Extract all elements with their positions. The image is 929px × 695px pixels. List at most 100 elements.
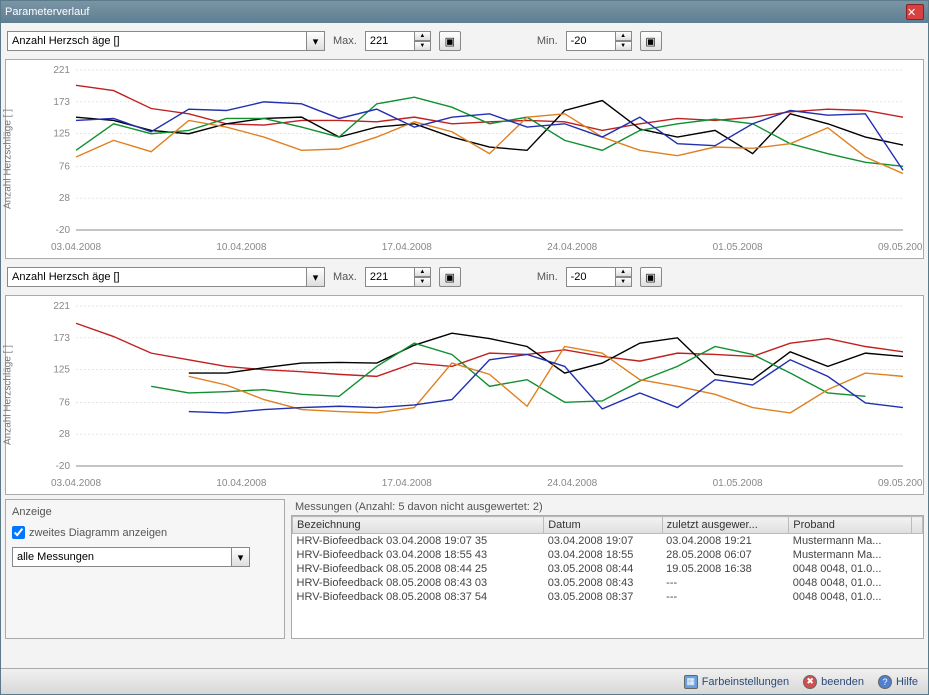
table-cell: 0048 0048, 01.0... [789,562,911,576]
spin-down-icon[interactable]: ▼ [415,277,431,287]
table-cell: 19.05.2008 16:38 [662,562,789,576]
table-cell: HRV-Biofeedback 08.05.2008 08:43 03 [293,576,544,590]
chevron-down-icon[interactable]: ▾ [232,547,250,567]
table-cell: --- [662,590,789,604]
table-cell: 28.05.2008 06:07 [662,548,789,562]
svg-text:-20: -20 [56,461,71,472]
chevron-down-icon[interactable]: ▾ [307,31,325,51]
anzeige-title: Anzeige [12,506,278,518]
max-spinner-2[interactable]: ▲▼ [365,267,431,287]
table-row[interactable]: HRV-Biofeedback 08.05.2008 08:43 0303.05… [293,576,923,590]
anzeige-panel: Anzeige zweites Diagramm anzeigen ▾ [5,499,285,639]
svg-text:01.05.2008: 01.05.2008 [713,478,763,489]
apply-max-button-2[interactable]: ▣ [439,267,461,287]
max-input-1[interactable] [365,31,415,51]
svg-text:173: 173 [53,97,70,108]
help-icon: ? [878,675,892,689]
chart2-controls: ▾ Max. ▲▼ ▣ Min. ▲▼ ▣ [5,263,924,291]
svg-text:221: 221 [53,301,70,312]
messungen-table[interactable]: BezeichnungDatumzuletzt ausgewer...Proba… [291,515,924,639]
svg-text:24.04.2008: 24.04.2008 [547,242,597,253]
chart1-controls: ▾ Max. ▲▼ ▣ Min. ▲▼ ▣ [5,27,924,55]
table-cell: 03.04.2008 19:07 [544,534,662,549]
min-label-2: Min. [537,271,558,283]
table-row[interactable]: HRV-Biofeedback 03.04.2008 19:07 3503.04… [293,534,923,549]
max-label-2: Max. [333,271,357,283]
filter-combo[interactable]: ▾ [12,547,278,567]
svg-text:03.04.2008: 03.04.2008 [51,242,101,253]
table-cell: 03.05.2008 08:37 [544,590,662,604]
table-cell: Mustermann Ma... [789,548,911,562]
table-header[interactable]: Proband [789,517,911,534]
messungen-panel: Messungen (Anzahl: 5 davon nicht ausgewe… [291,499,924,639]
svg-text:09.05.2008: 09.05.2008 [878,478,923,489]
svg-text:10.04.2008: 10.04.2008 [216,478,266,489]
table-header[interactable] [911,517,922,534]
spin-down-icon[interactable]: ▼ [616,277,632,287]
table-header[interactable]: Bezeichnung [293,517,544,534]
spin-up-icon[interactable]: ▲ [415,31,431,41]
svg-text:125: 125 [53,129,70,140]
close-button[interactable]: ✕ [906,4,924,20]
table-row[interactable]: HRV-Biofeedback 08.05.2008 08:44 2503.05… [293,562,923,576]
beenden-label: beenden [821,676,864,688]
stop-icon: ✖ [803,675,817,689]
spin-down-icon[interactable]: ▼ [616,41,632,51]
svg-text:09.05.2008: 09.05.2008 [878,242,923,253]
content: ▾ Max. ▲▼ ▣ Min. ▲▼ ▣ Anzahl Herzschläge… [1,23,928,668]
table-cell: 03.05.2008 08:43 [544,576,662,590]
second-chart-checkbox[interactable] [12,526,25,539]
window: Parameterverlauf ✕ ▾ Max. ▲▼ ▣ Min. ▲▼ ▣ [0,0,929,695]
titlebar: Parameterverlauf ✕ [1,1,928,23]
max-spinner-1[interactable]: ▲▼ [365,31,431,51]
min-spinner-2[interactable]: ▲▼ [566,267,632,287]
spin-up-icon[interactable]: ▲ [616,31,632,41]
parameter-input-2[interactable] [7,267,307,287]
beenden-button[interactable]: ✖ beenden [803,675,864,689]
bottom-panels: Anzeige zweites Diagramm anzeigen ▾ Mess… [5,499,924,639]
apply-min-button-1[interactable]: ▣ [640,31,662,51]
palette-icon: ▦ [684,675,698,689]
table-cell: 03.04.2008 19:21 [662,534,789,549]
apply-icon: ▣ [445,271,455,284]
apply-icon: ▣ [645,271,655,284]
table-cell: 03.05.2008 08:44 [544,562,662,576]
table-header[interactable]: zuletzt ausgewer... [662,517,789,534]
chevron-down-icon[interactable]: ▾ [307,267,325,287]
hilfe-button[interactable]: ? Hilfe [878,675,918,689]
spin-up-icon[interactable]: ▲ [415,267,431,277]
apply-min-button-2[interactable]: ▣ [640,267,662,287]
chart-1: Anzahl Herzschläge [ ] -2028761251732210… [5,59,924,259]
min-spinner-1[interactable]: ▲▼ [566,31,632,51]
apply-icon: ▣ [645,35,655,48]
apply-max-button-1[interactable]: ▣ [439,31,461,51]
footer: ▦ Farbeinstellungen ✖ beenden ? Hilfe [1,668,928,694]
svg-text:76: 76 [59,397,71,408]
spin-up-icon[interactable]: ▲ [616,267,632,277]
min-input-2[interactable] [566,267,616,287]
min-input-1[interactable] [566,31,616,51]
window-title: Parameterverlauf [5,6,906,18]
parameter-combo-2[interactable]: ▾ [7,267,325,287]
spin-down-icon[interactable]: ▼ [415,41,431,51]
chart-2: Anzahl Herzschläge [ ] -2028761251732210… [5,295,924,495]
svg-text:10.04.2008: 10.04.2008 [216,242,266,253]
close-icon: ✕ [907,6,923,19]
table-row[interactable]: HRV-Biofeedback 08.05.2008 08:37 5403.05… [293,590,923,604]
svg-text:17.04.2008: 17.04.2008 [382,242,432,253]
parameter-combo-1[interactable]: ▾ [7,31,325,51]
filter-input[interactable] [12,547,232,567]
farbeinstellungen-button[interactable]: ▦ Farbeinstellungen [684,675,789,689]
svg-text:173: 173 [53,333,70,344]
second-chart-label: zweites Diagramm anzeigen [29,527,167,539]
farbeinstellungen-label: Farbeinstellungen [702,676,789,688]
table-row[interactable]: HRV-Biofeedback 03.04.2008 18:55 4303.04… [293,548,923,562]
table-cell: 0048 0048, 01.0... [789,576,911,590]
parameter-input-1[interactable] [7,31,307,51]
svg-text:28: 28 [59,429,71,440]
messungen-header: Messungen (Anzahl: 5 davon nicht ausgewe… [291,499,924,515]
table-cell: 0048 0048, 01.0... [789,590,911,604]
max-input-2[interactable] [365,267,415,287]
table-header[interactable]: Datum [544,517,662,534]
chart1-ylabel: Anzahl Herzschläge [ ] [3,109,14,209]
